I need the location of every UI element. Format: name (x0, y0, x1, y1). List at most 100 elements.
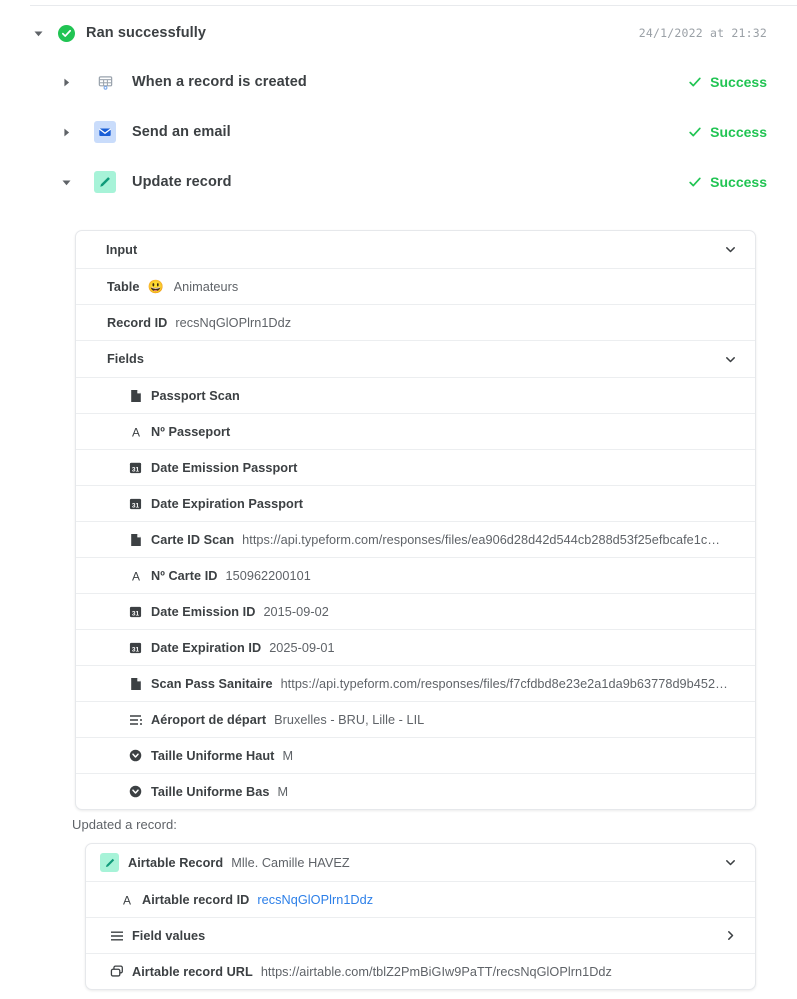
text-a-icon: A (119, 892, 134, 907)
svg-text:A: A (122, 893, 130, 907)
run-title: Ran successfully (86, 25, 207, 41)
check-icon (689, 126, 701, 138)
field-key: Date Emission Passport (151, 460, 298, 475)
step-status: Success (689, 174, 767, 190)
top-divider (30, 5, 797, 6)
step-status-label: Success (710, 124, 767, 140)
calendar-31-icon: 31 (128, 640, 143, 655)
svg-text:A: A (131, 425, 139, 439)
output-record-card: Airtable Record Mlle. Camille HAVEZ A Ai… (85, 843, 756, 990)
output-section-label: Updated a record: (72, 817, 177, 832)
success-check-circle-icon (58, 24, 75, 42)
field-key: Nº Carte ID (151, 568, 218, 583)
chevron-right-icon[interactable] (724, 929, 737, 942)
check-icon (689, 76, 701, 88)
text-a-icon: A (128, 424, 143, 439)
output-value-link[interactable]: recsNqGlOPlrn1Ddz (257, 893, 373, 907)
field-row: Passport Scan (76, 377, 755, 413)
chevron-right-icon[interactable] (58, 124, 74, 140)
field-key: Nº Passeport (151, 424, 231, 439)
run-header[interactable]: Ran successfully 24/1/2022 at 21:32 (30, 20, 767, 46)
field-value: Bruxelles - BRU, Lille - LIL (274, 712, 425, 727)
calendar-31-icon: 31 (128, 604, 143, 619)
field-value: M (282, 748, 294, 763)
svg-text:31: 31 (132, 467, 140, 474)
step-status: Success (689, 124, 767, 140)
step-status: Success (689, 74, 767, 90)
multiselect-list-icon (128, 712, 143, 727)
single-select-icon (128, 784, 143, 799)
step-label: Update record (132, 174, 232, 190)
field-key: Date Expiration Passport (151, 496, 304, 511)
chevron-down-icon[interactable] (724, 243, 737, 256)
field-row: 31 Date Emission Passport (76, 449, 755, 485)
field-row: Carte ID Scan https://api.typeform.com/r… (76, 521, 755, 557)
fields-header-label: Fields (107, 352, 144, 366)
airtable-record-header[interactable]: Airtable Record Mlle. Camille HAVEZ (86, 844, 755, 881)
output-row-field-values[interactable]: Field values (86, 917, 755, 953)
step-status-label: Success (710, 174, 767, 190)
field-key: Taille Uniforme Haut (151, 748, 275, 763)
input-row-record-id: Record ID recsNqGlOPlrn1Ddz (76, 304, 755, 340)
field-row: 31 Date Expiration ID 2025-09-01 (76, 629, 755, 665)
calendar-31-icon: 31 (128, 460, 143, 475)
attachment-file-icon (128, 676, 143, 691)
copy-stack-icon (109, 964, 124, 979)
field-row: A Nº Passeport (76, 413, 755, 449)
pencil-icon (100, 853, 119, 872)
output-row-record-id: A Airtable record ID recsNqGlOPlrn1Ddz (86, 881, 755, 917)
svg-text:31: 31 (132, 503, 140, 510)
input-fields-header[interactable]: Fields (76, 340, 755, 377)
chevron-down-icon[interactable] (30, 25, 46, 41)
airtable-record-key: Airtable Record (128, 855, 224, 870)
step-label: When a record is created (132, 74, 307, 90)
svg-text:31: 31 (132, 647, 140, 654)
field-value: https://api.typeform.com/responses/files… (280, 676, 728, 691)
chevron-right-icon[interactable] (58, 74, 74, 90)
field-value: 2015-09-02 (263, 604, 329, 619)
output-key: Airtable record ID (142, 892, 250, 907)
field-row: Scan Pass Sanitaire https://api.typeform… (76, 665, 755, 701)
svg-text:A: A (131, 569, 139, 583)
automation-run-log: Ran successfully 24/1/2022 at 21:32 When… (0, 0, 797, 999)
field-row: Taille Uniforme Bas M (76, 773, 755, 809)
step-when-a-record-is-created[interactable]: When a record is created Success (58, 69, 767, 95)
single-select-icon (128, 748, 143, 763)
field-row: A Nº Carte ID 150962200101 (76, 557, 755, 593)
chevron-down-icon[interactable] (724, 353, 737, 366)
field-value: https://api.typeform.com/responses/files… (242, 532, 720, 547)
check-icon (689, 176, 701, 188)
grid-table-icon (94, 71, 116, 93)
input-card-header[interactable]: Input (76, 231, 755, 268)
field-row: 31 Date Emission ID 2015-09-02 (76, 593, 755, 629)
field-key: Taille Uniforme Bas (151, 784, 270, 799)
input-row-table: Table 😃 Animateurs (76, 268, 755, 304)
airtable-record-value: Mlle. Camille HAVEZ (231, 855, 350, 870)
field-row: 31 Date Expiration Passport (76, 485, 755, 521)
envelope-icon (94, 121, 116, 143)
chevron-down-icon[interactable] (58, 174, 74, 190)
output-key: Field values (132, 928, 206, 943)
table-value: Animateurs (173, 279, 239, 294)
step-label: Send an email (132, 124, 231, 140)
field-value: M (277, 784, 289, 799)
record-id-key: Record ID (107, 315, 168, 330)
text-a-icon: A (128, 568, 143, 583)
output-key: Airtable record URL (132, 964, 253, 979)
chevron-down-icon[interactable] (724, 856, 737, 869)
input-card: Input Table 😃 Animateurs Record ID recsN… (75, 230, 756, 810)
field-key: Aéroport de départ (151, 712, 267, 727)
input-header-label: Input (106, 242, 138, 257)
svg-text:31: 31 (132, 611, 140, 618)
step-update-record[interactable]: Update record Success (58, 169, 767, 195)
step-send-an-email[interactable]: Send an email Success (58, 119, 767, 145)
output-value: https://airtable.com/tblZ2PmBiGIw9PaTT/r… (260, 964, 612, 979)
field-row: Aéroport de départ Bruxelles - BRU, Lill… (76, 701, 755, 737)
record-id-value: recsNqGlOPlrn1Ddz (175, 315, 292, 330)
attachment-file-icon (128, 532, 143, 547)
field-value: 150962200101 (225, 568, 311, 583)
attachment-file-icon (128, 388, 143, 403)
output-row-record-url: Airtable record URL https://airtable.com… (86, 953, 755, 989)
smiley-emoji-icon: 😃 (147, 279, 164, 294)
field-value: 2025-09-01 (269, 640, 335, 655)
